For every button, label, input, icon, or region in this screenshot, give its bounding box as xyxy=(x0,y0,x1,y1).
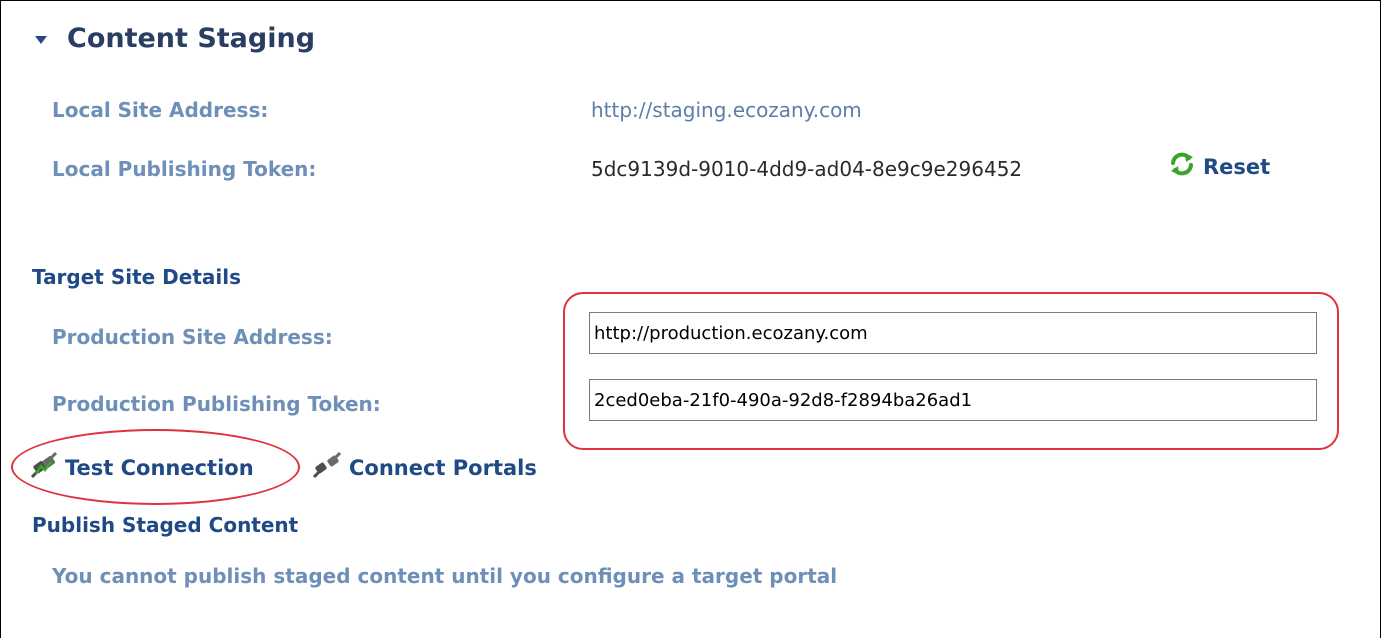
test-connection-button[interactable]: Test Connection xyxy=(30,451,254,483)
plug-icon xyxy=(312,451,342,483)
section-header[interactable]: Content Staging xyxy=(35,23,315,54)
production-site-address-input[interactable] xyxy=(589,312,1317,354)
connect-portals-label: Connect Portals xyxy=(349,455,537,480)
local-publishing-token-label: Local Publishing Token: xyxy=(52,157,317,181)
local-publishing-token-value: 5dc9139d-9010-4dd9-ad04-8e9c9e296452 xyxy=(591,157,1023,181)
connect-portals-button[interactable]: Connect Portals xyxy=(312,451,537,483)
target-site-details-heading: Target Site Details xyxy=(32,265,242,289)
publish-staged-content-heading: Publish Staged Content xyxy=(32,513,299,537)
test-connection-label: Test Connection xyxy=(65,455,254,480)
refresh-icon xyxy=(1169,151,1195,182)
section-title: Content Staging xyxy=(67,23,316,54)
production-site-address-label: Production Site Address: xyxy=(52,325,333,349)
publish-status-message: You cannot publish staged content until … xyxy=(52,564,838,588)
local-site-address-label: Local Site Address: xyxy=(52,98,269,122)
reset-button[interactable]: Reset xyxy=(1169,151,1270,182)
local-site-address-value: http://staging.ecozany.com xyxy=(591,98,862,122)
plug-connected-icon xyxy=(30,451,58,483)
reset-label: Reset xyxy=(1203,154,1271,179)
caret-down-icon[interactable] xyxy=(35,35,47,44)
content-staging-panel: Content Staging Local Site Address: http… xyxy=(0,0,1381,638)
production-publishing-token-input[interactable] xyxy=(589,379,1317,421)
production-publishing-token-label: Production Publishing Token: xyxy=(52,392,381,416)
